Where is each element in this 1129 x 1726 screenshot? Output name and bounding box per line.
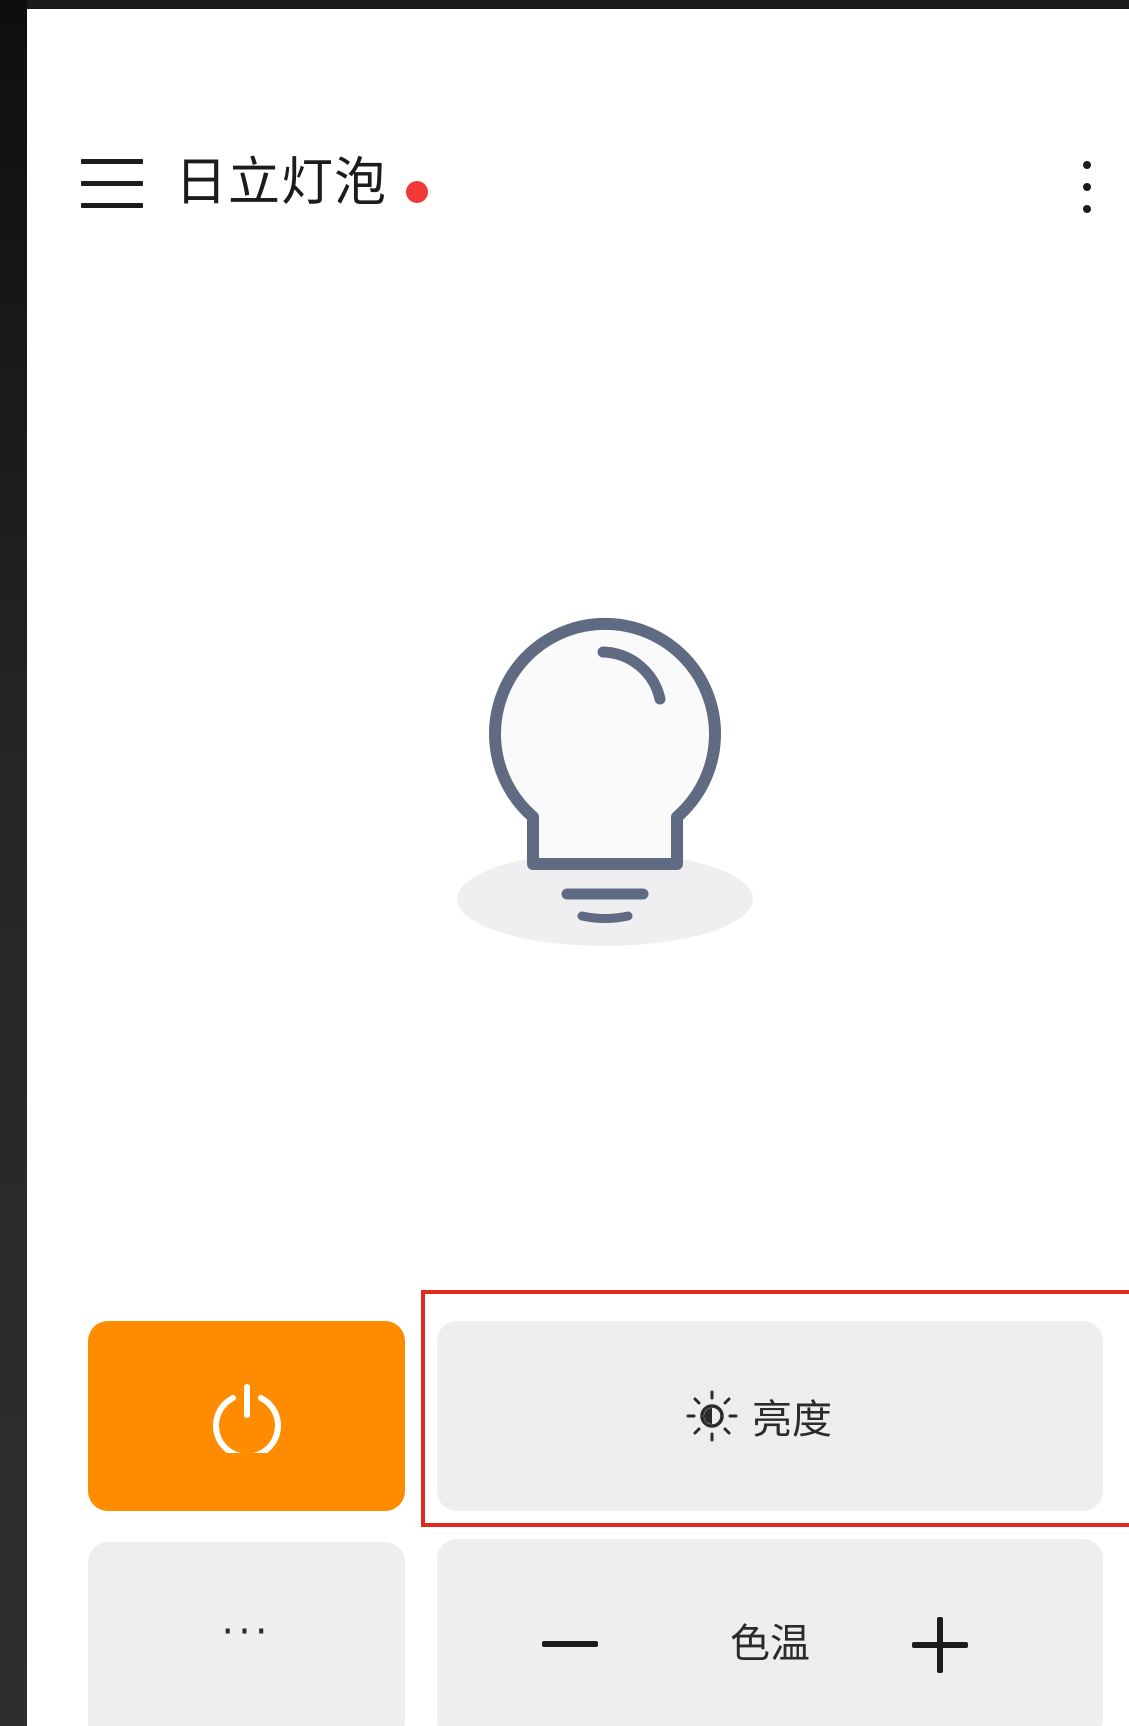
color-temperature-label: 色温: [730, 1621, 810, 1667]
brightness-sun-icon: [686, 1390, 738, 1442]
power-button[interactable]: [88, 1321, 405, 1511]
more-vertical-icon[interactable]: [1077, 161, 1097, 215]
color-temperature-control: 色温: [437, 1539, 1103, 1726]
status-dot: [406, 181, 428, 203]
power-icon: [213, 1384, 281, 1453]
more-options-button[interactable]: ···: [88, 1542, 405, 1726]
light-bulb-icon: [457, 617, 753, 946]
brightness-content: 亮度: [437, 1321, 1103, 1511]
status-bar-edge: [0, 0, 1129, 9]
hamburger-menu-icon[interactable]: [81, 159, 143, 213]
color-temperature-increase-button[interactable]: [902, 1604, 982, 1684]
device-frame-edge: [0, 0, 27, 1726]
brightness-label: 亮度: [752, 1397, 832, 1443]
page-title: 日立灯泡: [175, 153, 388, 213]
app-screen: 日立灯泡 亮度 ··· 色温: [27, 9, 1129, 1726]
more-dots-label: ···: [221, 1609, 272, 1655]
brightness-button[interactable]: 亮度: [437, 1321, 1103, 1511]
